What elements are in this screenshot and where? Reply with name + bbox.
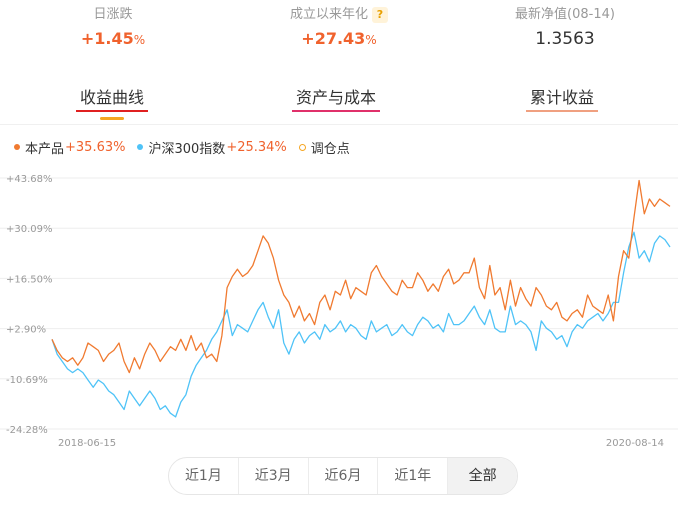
y-tick-label: -24.28% [6,425,48,436]
stats-bar: 日涨跌 +1.45% 成立以来年化 ? +27.43% 最新净值(08-14) … [0,0,678,60]
legend-item-index[interactable]: 沪深300指数 +25.34% [137,138,287,157]
stat-daily-change: 日涨跌 +1.45% [0,6,226,51]
tab-underline [76,110,149,112]
tab-assets-cost[interactable]: 资产与成本 [292,86,381,122]
tab-label: 资产与成本 [296,88,377,107]
help-icon[interactable]: ? [372,7,388,23]
stat-label: 成立以来年化 ? [226,6,452,24]
stat-value: 1.3563 [535,29,595,49]
y-tick-label: +2.90% [6,325,46,336]
tab-label: 收益曲线 [80,88,145,107]
legend-dot-icon [137,144,144,150]
stat-label: 最新净值(08-14) [515,7,615,22]
x-tick-label: 2018-06-15 [58,438,116,449]
chart-legend: 本产品 +35.63% 沪深300指数 +25.34% 调仓点 [14,138,362,157]
y-tick-label: -10.69% [6,375,48,386]
chart-tabs: 收益曲线 资产与成本 累计收益 [0,86,678,122]
tab-underline [292,110,381,112]
y-tick-label: +16.50% [6,274,53,285]
tab-label: 累计收益 [530,88,595,107]
y-tick-label: +43.68% [6,174,53,185]
legend-ring-icon [298,143,306,151]
range-button-1y[interactable]: 近1年 [378,458,449,494]
stat-value: +1.45% [80,29,146,48]
time-range-selector: 近1月 近3月 近6月 近1年 全部 [168,457,518,495]
tab-return-curve[interactable]: 收益曲线 [76,86,149,122]
legend-item-product[interactable]: 本产品 +35.63% [14,138,125,157]
x-tick-label: 2020-08-14 [606,438,664,449]
range-button-6m[interactable]: 近6月 [309,458,379,494]
y-tick-label: +30.09% [6,224,53,235]
stat-annualized-return: 成立以来年化 ? +27.43% [226,6,452,51]
return-line-chart: +43.68% +30.09% +16.50% +2.90% -10.69% -24.28… [0,174,678,449]
range-button-3m[interactable]: 近3月 [239,458,309,494]
active-tab-indicator [100,117,124,120]
legend-dot-icon [14,144,20,150]
legend-item-rebalance[interactable]: 调仓点 [298,138,350,157]
series-line-index [51,231,671,418]
range-button-all[interactable]: 全部 [448,458,517,494]
stat-latest-nav: 最新净值(08-14) 1.3563 [452,6,678,50]
series-line-product [51,179,671,374]
range-button-1m[interactable]: 近1月 [169,458,239,494]
tab-underline [526,110,599,112]
divider [0,124,678,125]
stat-value: +27.43% [301,29,377,48]
stat-label: 日涨跌 [93,7,133,22]
tab-cumulative-return[interactable]: 累计收益 [526,86,599,122]
